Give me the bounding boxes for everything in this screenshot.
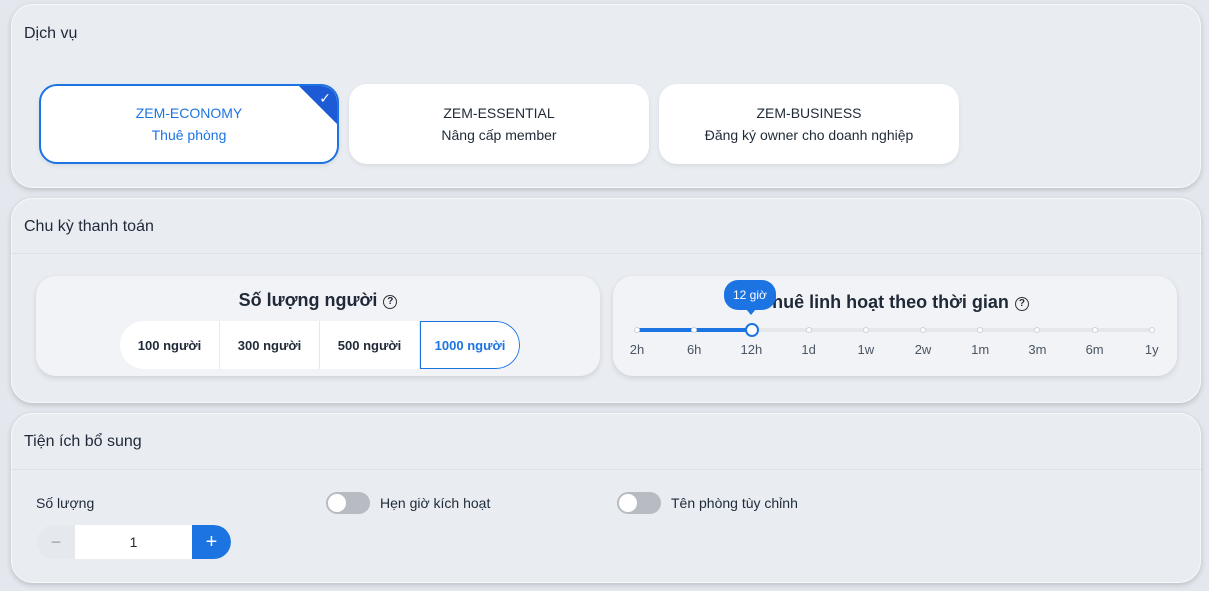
slider-tick[interactable] [862, 327, 869, 333]
people-card: Số lượng người? 100 người 300 người 500 … [36, 276, 600, 376]
custom-room-toggle[interactable] [617, 492, 661, 514]
selected-corner-badge [298, 86, 337, 125]
service-desc: Đăng ký owner cho doanh nghiệp [704, 127, 914, 143]
slider-tick-label: 3m [1028, 342, 1047, 357]
slider-tick-label: 1y [1144, 342, 1159, 357]
flex-rent-title-text: Thuê linh hoạt theo thời gian [761, 292, 1009, 312]
people-option-1000[interactable]: 1000 người [420, 321, 520, 369]
people-segmented-control: 100 người 300 người 500 người 1000 người [120, 321, 520, 369]
toggle-knob [328, 494, 346, 512]
plus-icon[interactable]: + [192, 525, 231, 559]
people-title-text: Số lượng người [238, 290, 378, 310]
billing-panel: Chu kỳ thanh toán Số lượng người? 100 ng… [11, 198, 1201, 403]
divider [11, 253, 1201, 254]
services-panel: Dịch vụ ✓ ZEM-ECONOMY Thuê phòng ZEM-ESS… [11, 4, 1201, 188]
people-title: Số lượng người? [36, 290, 600, 311]
time-slider-tooltip: 12 giờ [724, 280, 776, 315]
people-option-100[interactable]: 100 người [120, 321, 220, 369]
service-card-economy[interactable]: ✓ ZEM-ECONOMY Thuê phòng [39, 84, 339, 164]
help-icon[interactable]: ? [1014, 297, 1029, 311]
slider-tick[interactable] [1091, 327, 1098, 333]
flex-rent-card: Thuê linh hoạt theo thời gian? 12 giờ 2h… [613, 276, 1177, 376]
custom-room-label: Tên phòng tùy chỉnh [671, 495, 798, 511]
slider-tick[interactable] [920, 327, 926, 333]
slider-tick-label: 1d [801, 342, 816, 357]
slider-tick-label: 1w [857, 342, 875, 357]
slider-tick-label: 6h [686, 342, 702, 357]
quantity-input[interactable] [75, 525, 192, 559]
slider-tick[interactable] [805, 327, 812, 333]
slider-tick[interactable] [691, 327, 698, 333]
slider-tick[interactable] [634, 327, 640, 333]
people-option-300[interactable]: 300 người [220, 321, 320, 369]
slider-tick-label: 2h [629, 342, 645, 357]
billing-title: Chu kỳ thanh toán [24, 218, 154, 235]
services-title: Dịch vụ [24, 25, 78, 42]
schedule-label: Hẹn giờ kích hoạt [380, 495, 491, 511]
extras-title: Tiện ích bổ sung [24, 433, 142, 450]
quantity-label: Số lượng [36, 495, 95, 511]
slider-tick[interactable] [977, 327, 984, 333]
service-card-essential[interactable]: ZEM-ESSENTIAL Nâng cấp member [349, 84, 649, 164]
slider-tick-label: 12h [740, 342, 763, 357]
slider-tick[interactable] [1148, 327, 1155, 333]
divider [11, 469, 1201, 470]
slider-tick-label: 6m [1085, 342, 1104, 357]
minus-icon[interactable]: − [37, 525, 75, 559]
service-desc: Thuê phòng [151, 127, 227, 143]
service-card-business[interactable]: ZEM-BUSINESS Đăng ký owner cho doanh ngh… [659, 84, 959, 164]
service-name: ZEM-ESSENTIAL [443, 105, 555, 121]
quantity-stepper: − + [37, 525, 231, 559]
flex-rent-title: Thuê linh hoạt theo thời gian? [613, 292, 1177, 313]
time-slider-thumb[interactable] [745, 323, 759, 337]
slider-tick[interactable] [1034, 327, 1041, 333]
people-option-500[interactable]: 500 người [320, 321, 420, 369]
slider-tick-label: 1m [971, 342, 990, 357]
extras-panel: Tiện ích bổ sung Số lượng − + Hẹn giờ kí… [11, 413, 1201, 583]
toggle-knob [619, 494, 637, 512]
help-icon[interactable]: ? [383, 295, 398, 309]
service-name: ZEM-BUSINESS [756, 105, 862, 121]
service-desc: Nâng cấp member [441, 127, 557, 143]
check-icon: ✓ [319, 90, 331, 106]
slider-tick-label: 2w [914, 342, 932, 357]
schedule-toggle[interactable] [326, 492, 370, 514]
service-name: ZEM-ECONOMY [135, 105, 243, 121]
